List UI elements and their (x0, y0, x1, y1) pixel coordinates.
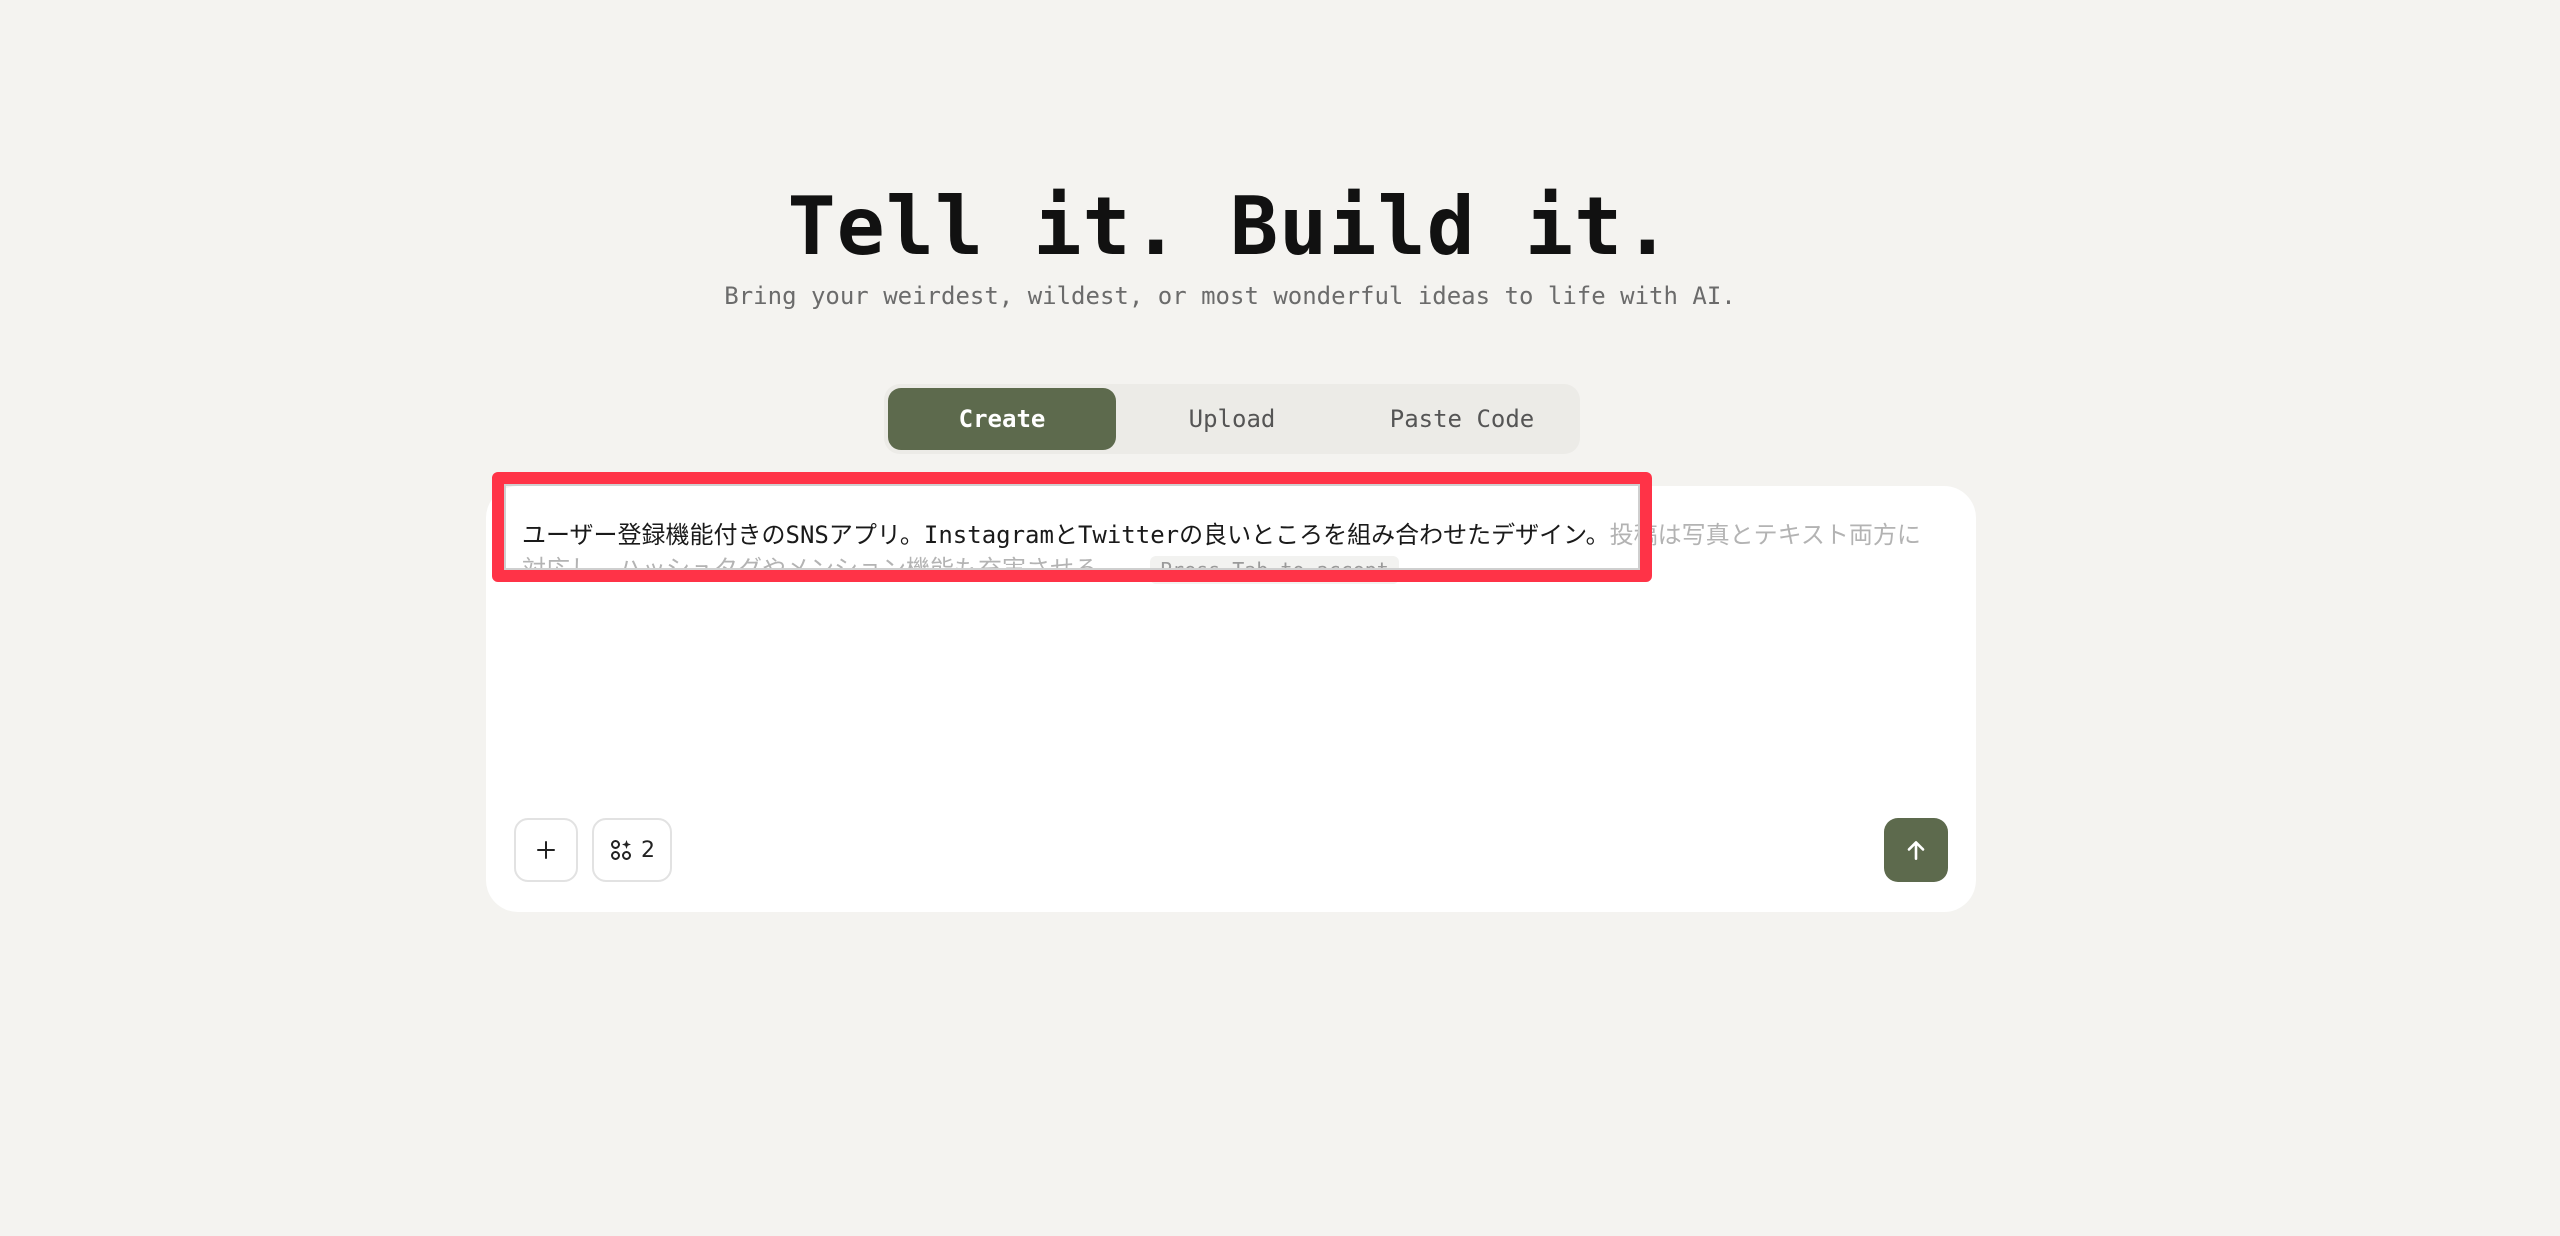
arrow-up-icon (1907, 841, 1925, 860)
prompt-input[interactable]: ユーザー登録機能付きのSNSアプリ。InstagramとTwitterの良いとこ… (522, 518, 1942, 586)
plus-icon (537, 841, 555, 859)
page: Tell it. Build it. Bring your weirdest, … (0, 0, 2560, 1236)
tab-upload[interactable]: Upload (1116, 388, 1348, 450)
tab-paste-code[interactable]: Paste Code (1348, 388, 1576, 450)
skills-grid-icon (611, 840, 631, 860)
attach-button[interactable] (514, 818, 578, 882)
skills-count: 2 (641, 837, 655, 863)
skills-button[interactable]: 2 (592, 818, 672, 882)
send-button[interactable] (1884, 818, 1948, 882)
tab-create[interactable]: Create (888, 388, 1116, 450)
prompt-composer: ユーザー登録機能付きのSNSアプリ。InstagramとTwitterの良いとこ… (486, 486, 1976, 912)
hero-subtitle: Bring your weirdest, wildest, or most wo… (724, 282, 1736, 310)
prompt-typed-text: ユーザー登録機能付きのSNSアプリ。InstagramとTwitterの良いとこ… (522, 521, 1610, 549)
hero-title: Tell it. Build it. (787, 180, 1673, 273)
tab-accept-hint: Press Tab to accept (1150, 556, 1399, 584)
mode-tabs: Create Upload Paste Code (884, 384, 1580, 454)
